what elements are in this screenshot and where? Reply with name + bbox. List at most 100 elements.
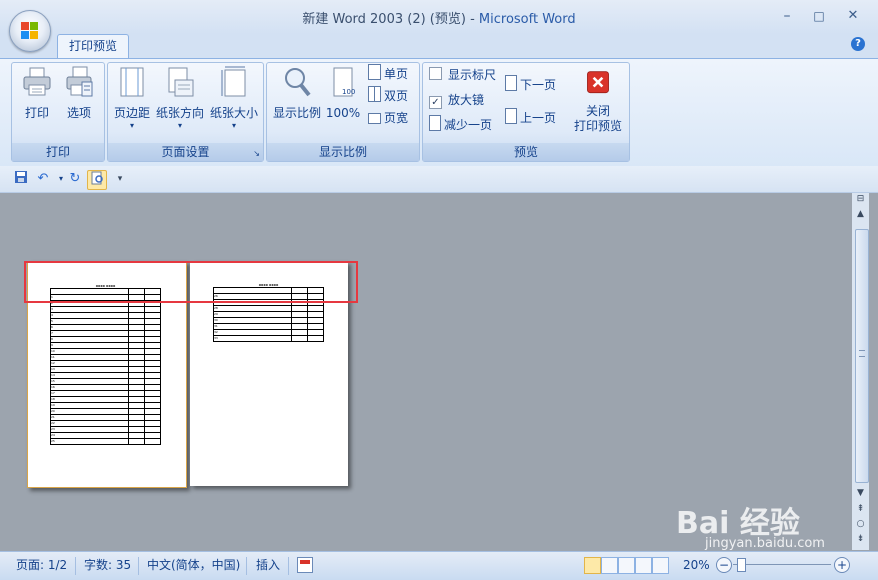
- group-page-setup: 页边距 ▾ 纸张方向 ▾ 纸张大小 ▾ ↘ 页面设置: [107, 62, 264, 162]
- previous-page-icon[interactable]: ⇞: [852, 504, 869, 516]
- next-page-button[interactable]: 下一页: [505, 75, 556, 95]
- redo-icon[interactable]: ↻: [66, 170, 84, 188]
- insert-mode[interactable]: 插入: [256, 556, 280, 574]
- tab-row: [0, 34, 878, 58]
- office-button[interactable]: [9, 10, 51, 52]
- options-button[interactable]: 选项: [60, 66, 98, 121]
- printer-icon: [23, 67, 51, 96]
- chevron-down-icon: ▾: [177, 121, 182, 130]
- office-logo-icon: [21, 22, 39, 40]
- help-icon[interactable]: ?: [851, 37, 865, 51]
- save-icon[interactable]: [12, 170, 30, 188]
- select-browse-object-icon[interactable]: ○: [852, 519, 869, 531]
- shrink-one-page-label: 减少一页: [444, 118, 493, 132]
- show-ruler-checkbox[interactable]: 显示标尺: [429, 65, 496, 85]
- zoom-100-button[interactable]: 100 100%: [325, 66, 361, 121]
- margins-label: 页边距: [113, 106, 150, 120]
- table-row: 25: [50, 438, 162, 445]
- orientation-icon: [168, 67, 194, 97]
- chevron-down-icon: ▾: [231, 121, 236, 130]
- paper-size-label: 纸张大小: [209, 106, 258, 120]
- scroll-thumb[interactable]: [855, 229, 869, 483]
- next-page-label: 下一页: [520, 78, 557, 92]
- previous-page-icon: [505, 108, 517, 124]
- ruler-toggle-icon[interactable]: ⊟: [852, 194, 869, 208]
- prev-page-button[interactable]: 上一页: [505, 108, 556, 128]
- table-row: 33: [213, 335, 325, 342]
- one-page-icon: [368, 64, 381, 80]
- table-cell: 33: [213, 335, 292, 342]
- margins-button[interactable]: 页边距 ▾: [110, 66, 154, 131]
- undo-icon[interactable]: ↶: [34, 170, 52, 188]
- close-preview-button[interactable]: 关闭 打印预览: [569, 69, 627, 134]
- zoom-button[interactable]: 显示比例: [269, 66, 325, 121]
- orientation-label: 纸张方向: [155, 106, 204, 120]
- outline-view-icon[interactable]: [635, 557, 652, 574]
- close-red-icon: [587, 71, 609, 94]
- word-count[interactable]: 字数: 35: [84, 556, 131, 574]
- print-button-label: 打印: [24, 106, 49, 120]
- magnifier-checkbox[interactable]: ✓ 放大镜: [429, 90, 484, 110]
- one-page-button[interactable]: 单页: [368, 64, 408, 84]
- margins-icon: [120, 67, 144, 97]
- orientation-button[interactable]: 纸张方向 ▾: [154, 66, 206, 131]
- watermark-url: jingyan.baidu.com: [705, 536, 825, 551]
- table-cell: [143, 438, 162, 445]
- minimize-button[interactable]: –: [774, 6, 800, 26]
- group-print-label: 打印: [12, 143, 104, 161]
- group-preview: 显示标尺 ✓ 放大镜 减少一页 下一页 上一页 关闭 打印预览 预览: [422, 62, 630, 162]
- zoom-out-icon[interactable]: −: [716, 557, 732, 573]
- group-zoom-label: 显示比例: [267, 143, 419, 161]
- zoom-slider[interactable]: [733, 564, 831, 565]
- next-page-icon[interactable]: ⇟: [852, 534, 869, 546]
- zoom-level[interactable]: 20%: [683, 556, 710, 574]
- language-status[interactable]: 中文(简体，中国): [147, 556, 240, 574]
- zoom-label: 显示比例: [272, 106, 321, 120]
- print-button[interactable]: 打印: [18, 66, 56, 121]
- group-zoom: 显示比例 100 100% 单页 双页 页宽 显示比例: [266, 62, 420, 162]
- reading-view-icon[interactable]: [601, 557, 618, 574]
- page-width-button[interactable]: 页宽: [368, 108, 408, 128]
- zoom-slider-thumb[interactable]: [737, 558, 746, 572]
- zoom-in-icon[interactable]: +: [834, 557, 850, 573]
- close-preview-line1: 关闭: [585, 104, 610, 118]
- prev-page-label: 上一页: [520, 111, 557, 125]
- group-print: 打印 选项 打印: [11, 62, 105, 162]
- print-preview-qat-icon[interactable]: [87, 170, 107, 190]
- page1-table: 1 2 3 4 5 6 7 8 9 10 11 12 13 14 15 16 17 18 19 20 21 22 23 24 2…: [50, 288, 162, 445]
- macro-record-icon[interactable]: [297, 557, 313, 573]
- close-preview-label: 关闭 打印预览: [569, 104, 627, 134]
- paper-size-button[interactable]: 纸张大小 ▾: [208, 66, 260, 131]
- scroll-down-icon[interactable]: ▼: [852, 488, 869, 500]
- checkbox-unchecked-icon[interactable]: [429, 67, 442, 80]
- page-width-label: 页宽: [384, 111, 409, 125]
- two-pages-icon: [368, 86, 381, 102]
- maximize-button[interactable]: □: [806, 6, 832, 26]
- svg-text:100: 100: [342, 88, 355, 96]
- divider: [138, 557, 139, 575]
- close-preview-line2: 打印预览: [573, 119, 622, 133]
- one-page-label: 单页: [384, 67, 409, 81]
- draft-view-icon[interactable]: [652, 557, 669, 574]
- shrink-page-icon: [429, 115, 441, 131]
- zoom-icon: [285, 68, 311, 97]
- tab-print-preview[interactable]: 打印预览: [57, 34, 129, 59]
- close-button[interactable]: ✕: [840, 6, 866, 26]
- table-cell: 25: [50, 438, 129, 445]
- group-page-setup-label: 页面设置: [108, 143, 263, 161]
- two-pages-button[interactable]: 双页: [368, 86, 408, 106]
- window-title: 新建 Word 2003 (2) (预览) - Microsoft Word: [302, 12, 576, 27]
- paper-size-icon: [221, 66, 246, 97]
- dialog-launcher-icon[interactable]: ↘: [253, 149, 260, 158]
- divider: [288, 557, 289, 575]
- scroll-up-icon[interactable]: ▲: [852, 209, 869, 223]
- shrink-one-page-button[interactable]: 减少一页: [429, 115, 492, 135]
- two-pages-label: 双页: [384, 89, 409, 103]
- page-count[interactable]: 页面: 1/2: [16, 556, 67, 574]
- zoom-100-label: 100%: [325, 106, 361, 120]
- customize-qat-icon[interactable]: ▾: [111, 170, 129, 188]
- checkbox-checked-icon[interactable]: ✓: [429, 96, 442, 109]
- page-width-icon: [368, 113, 381, 124]
- web-layout-view-icon[interactable]: [618, 557, 635, 574]
- print-layout-view-icon[interactable]: [584, 557, 601, 574]
